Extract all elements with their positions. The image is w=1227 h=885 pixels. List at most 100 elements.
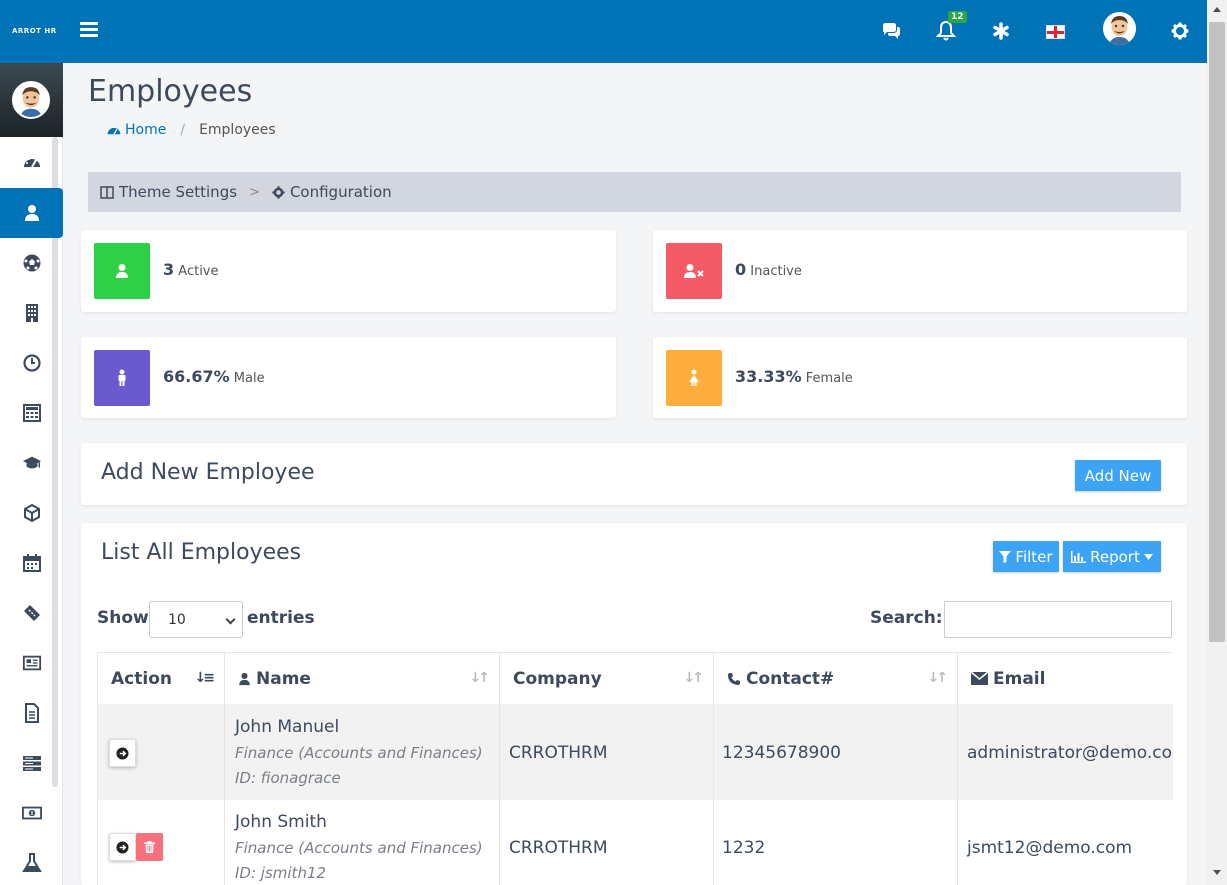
search-label: Search: xyxy=(870,608,943,628)
sidebar-item-documents[interactable] xyxy=(0,688,63,738)
company-cell: CRROTHRM xyxy=(500,800,714,885)
chat-icon[interactable] xyxy=(879,19,903,43)
stat-card-active[interactable]: 3 Active xyxy=(81,230,616,312)
sidebar-item-training[interactable] xyxy=(0,438,63,488)
calculator-icon xyxy=(22,404,41,422)
sidebar-item-timesheet[interactable] xyxy=(0,338,63,388)
user-times-icon xyxy=(666,243,722,299)
employee-id: ID: fionagrace xyxy=(235,769,341,787)
gear-icon[interactable] xyxy=(1168,19,1192,43)
sidebar-item-calendar[interactable] xyxy=(0,538,63,588)
chevron-right-icon: > xyxy=(249,184,260,200)
female-label: Female xyxy=(805,371,853,386)
configuration-link[interactable]: Configuration xyxy=(272,183,392,201)
dashboard-icon xyxy=(107,127,121,135)
company-cell: CRROTHRM xyxy=(500,704,714,800)
header-label: Name xyxy=(256,668,311,689)
soccer-ball-icon xyxy=(23,254,40,272)
contact-value: 12345678900 xyxy=(722,743,841,763)
phone-icon xyxy=(728,672,740,685)
user-icon xyxy=(24,205,39,221)
sidebar-item-assets[interactable] xyxy=(0,488,63,538)
contact-cell: 1232 xyxy=(714,800,958,885)
table-row: John Manuel Finance (Accounts and Financ… xyxy=(98,704,1173,800)
sidebar-item-employees[interactable] xyxy=(0,188,63,238)
delete-button[interactable] xyxy=(136,833,163,861)
employee-department: Finance (Accounts and Finances) xyxy=(235,744,483,762)
add-new-button[interactable]: Add New xyxy=(1075,460,1161,491)
columns-icon xyxy=(100,185,114,199)
column-header-contact[interactable]: Contact# ↓↑ xyxy=(714,652,958,704)
sidebar-item-payroll[interactable] xyxy=(0,388,63,438)
male-value: 66.67% xyxy=(163,367,230,386)
envelope-icon xyxy=(971,672,988,685)
column-header-company[interactable]: Company ↓↑ xyxy=(500,652,714,704)
app-logo[interactable]: ARROT HR xyxy=(12,27,57,35)
stat-card-male[interactable]: 66.67% Male xyxy=(81,337,616,418)
cube-icon xyxy=(23,503,40,523)
stat-card-female[interactable]: 33.33% Female xyxy=(653,337,1187,418)
filter-icon xyxy=(999,550,1012,563)
bar-chart-icon xyxy=(1071,550,1087,563)
sidebar-item-news[interactable] xyxy=(0,638,63,688)
sidebar-item-organization[interactable] xyxy=(0,288,63,338)
page-scrollbar[interactable] xyxy=(1207,0,1227,885)
email-value: jsmt12@demo.com xyxy=(967,838,1133,858)
company-value: CRROTHRM xyxy=(509,743,608,763)
scrollbar-thumb[interactable] xyxy=(1209,22,1225,642)
menu-toggle-icon[interactable] xyxy=(80,22,98,38)
page-size-select[interactable]: 10 xyxy=(149,601,243,638)
arrow-circle-right-icon xyxy=(116,746,129,760)
add-employee-card: Add New Employee Add New xyxy=(81,443,1187,505)
employee-name[interactable]: John Smith xyxy=(235,812,327,832)
add-employee-title: Add New Employee xyxy=(101,460,315,485)
stat-card-inactive[interactable]: 0 Inactive xyxy=(653,230,1187,312)
action-cell xyxy=(98,800,225,885)
employee-name[interactable]: John Manuel xyxy=(235,717,339,737)
column-header-action[interactable]: Action ↓≡ xyxy=(98,652,225,704)
user-avatar[interactable] xyxy=(1103,12,1136,45)
dashboard-icon xyxy=(23,156,40,168)
view-button[interactable] xyxy=(109,739,136,767)
notification-badge: 12 xyxy=(948,11,967,23)
server-icon xyxy=(22,756,41,771)
scroll-up-icon[interactable] xyxy=(1213,7,1221,12)
theme-settings-link[interactable]: Theme Settings xyxy=(100,183,237,201)
list-employees-title: List All Employees xyxy=(101,540,302,565)
sort-icon: ↓≡ xyxy=(194,670,216,686)
scroll-down-icon[interactable] xyxy=(1213,870,1221,875)
female-stat: 33.33% Female xyxy=(735,367,853,386)
gear-icon xyxy=(272,185,285,199)
newspaper-icon xyxy=(22,655,41,671)
inactive-label: Inactive xyxy=(750,264,802,279)
male-label: Male xyxy=(233,371,265,386)
entries-label: entries xyxy=(247,608,315,628)
sidebar-item-finance[interactable] xyxy=(0,788,63,838)
column-header-name[interactable]: Name ↓↑ xyxy=(225,652,500,704)
user-icon xyxy=(94,243,150,299)
view-button[interactable] xyxy=(109,833,136,861)
filter-label: Filter xyxy=(1015,547,1053,566)
report-dropdown-button[interactable]: Report xyxy=(1063,541,1161,572)
sidebar-item-dashboard[interactable] xyxy=(0,137,63,187)
breadcrumb-home-link[interactable]: Home xyxy=(107,122,166,138)
breadcrumb-current: Employees xyxy=(199,122,276,138)
breadcrumb-home-label: Home xyxy=(125,122,167,138)
sidebar-avatar[interactable] xyxy=(12,81,50,119)
user-icon xyxy=(239,672,250,685)
header-label: Contact# xyxy=(746,668,835,689)
sidebar-item-tickets[interactable] xyxy=(0,588,63,638)
asterisk-icon[interactable] xyxy=(989,19,1013,43)
clock-icon xyxy=(22,354,41,372)
filter-button[interactable]: Filter xyxy=(993,541,1059,572)
sidebar-item-server[interactable] xyxy=(0,738,63,788)
contact-cell: 12345678900 xyxy=(714,704,958,800)
search-input[interactable] xyxy=(944,601,1172,638)
column-header-email[interactable]: Email xyxy=(958,652,1173,704)
sidebar-item-soccer[interactable] xyxy=(0,238,63,288)
sidebar-item-lab[interactable] xyxy=(0,838,63,885)
trash-icon xyxy=(144,841,155,853)
company-value: CRROTHRM xyxy=(509,838,608,858)
language-flag-icon[interactable] xyxy=(1046,25,1065,39)
breadcrumb: Home / Employees xyxy=(107,122,276,138)
